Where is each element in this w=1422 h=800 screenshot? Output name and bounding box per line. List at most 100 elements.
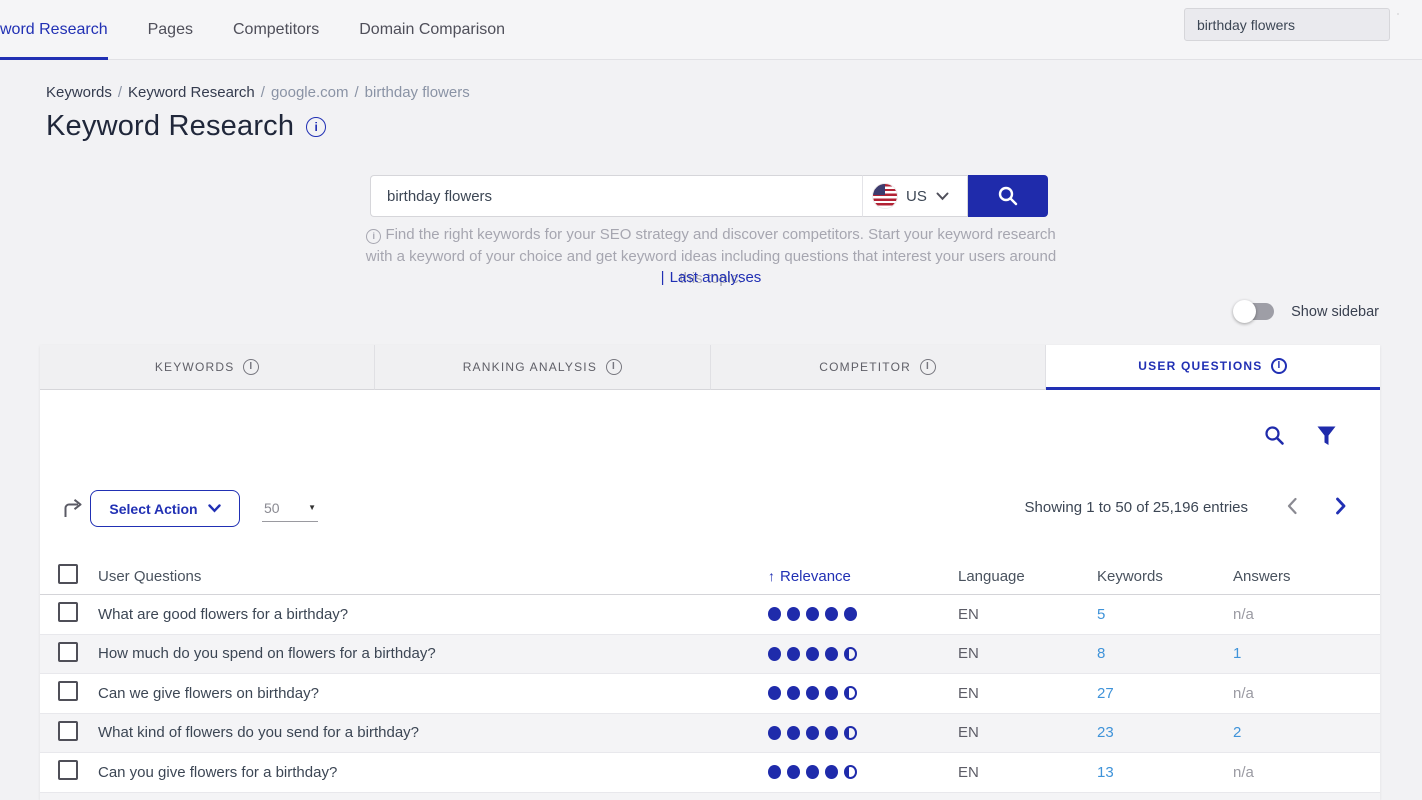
nav-item-competitors[interactable]: Competitors — [233, 0, 319, 60]
question-cell: What are good flowers for a birthday? — [98, 606, 760, 623]
column-header-answers[interactable]: Answers — [1227, 568, 1380, 585]
answers-cell: n/a — [1227, 606, 1380, 623]
keywords-count-link[interactable]: 27 — [1097, 685, 1114, 702]
filter-icon[interactable] — [1317, 426, 1336, 446]
relevance-dot-full — [768, 726, 781, 740]
row-checkbox[interactable] — [58, 681, 78, 701]
row-checkbox-cell — [40, 760, 98, 784]
country-select[interactable]: US — [862, 175, 968, 217]
relevance-dot-full — [844, 607, 857, 621]
breadcrumb-item[interactable]: Keywords — [46, 84, 112, 101]
user-questions-table: User Questions ↑ Relevance Language Keyw… — [40, 558, 1380, 800]
last-analyses-link[interactable]: |Last analyses — [361, 269, 1061, 286]
relevance-cell — [760, 647, 950, 661]
keywords-cell: 5 — [1090, 606, 1227, 623]
select-action-button[interactable]: Select Action — [90, 490, 240, 527]
show-sidebar-label: Show sidebar — [1291, 304, 1379, 320]
breadcrumb-item[interactable]: google.com — [271, 84, 349, 101]
relevance-dot-full — [825, 686, 838, 700]
answers-count-link[interactable]: 1 — [1233, 645, 1241, 662]
answers-count-link[interactable]: 2 — [1233, 724, 1241, 741]
dropdown-arrow-icon: ▼ — [308, 503, 316, 512]
tab-ranking-analysis[interactable]: Ranking Analysis i — [375, 345, 710, 390]
row-checkbox-cell — [40, 721, 98, 745]
page-size-select[interactable]: 50 ▼ — [262, 494, 318, 522]
table-row: What kind of flowers do you send for a b… — [40, 714, 1380, 754]
breadcrumb-separator: / — [112, 84, 128, 101]
row-checkbox-cell — [40, 642, 98, 666]
relevance-dot-full — [787, 765, 800, 779]
export-icon[interactable] — [62, 498, 84, 525]
relevance-dot-full — [806, 765, 819, 779]
relevance-dots — [768, 765, 950, 779]
tab-info-icon[interactable]: i — [606, 359, 622, 375]
row-checkbox[interactable] — [58, 721, 78, 741]
page-title-info-icon[interactable]: i — [306, 117, 326, 137]
row-checkbox[interactable] — [58, 760, 78, 780]
tab-bar: KeywordsiRanking AnalysisiCompetitoriUse… — [40, 345, 1380, 390]
relevance-dot-half — [844, 765, 857, 779]
relevance-dot-half — [844, 647, 857, 661]
select-all-checkbox[interactable] — [58, 564, 78, 584]
search-button[interactable] — [968, 175, 1048, 217]
relevance-dot-full — [806, 686, 819, 700]
language-cell: EN — [950, 764, 1090, 781]
show-sidebar-toggle[interactable] — [1236, 303, 1274, 320]
tab-label: Competitor — [819, 360, 911, 374]
keywords-cell: 23 — [1090, 724, 1227, 741]
country-code-label: US — [906, 188, 927, 205]
relevance-dot-full — [825, 765, 838, 779]
partial-next-row — [40, 793, 1380, 800]
column-header-relevance[interactable]: ↑ Relevance — [768, 568, 950, 585]
keywords-cell: 13 — [1090, 764, 1227, 781]
keywords-count-link[interactable]: 23 — [1097, 724, 1114, 741]
keyword-search-input[interactable] — [370, 175, 862, 217]
keywords-count-link[interactable]: 8 — [1097, 645, 1105, 662]
tab-info-icon[interactable]: i — [243, 359, 259, 375]
relevance-dots — [768, 686, 950, 700]
keywords-count-link[interactable]: 13 — [1097, 764, 1114, 781]
relevance-dot-full — [787, 647, 800, 661]
row-checkbox-cell — [40, 681, 98, 705]
relevance-dot-full — [806, 607, 819, 621]
column-header-language[interactable]: Language — [950, 568, 1090, 585]
entries-summary: Showing 1 to 50 of 25,196 entries — [1025, 499, 1249, 516]
keywords-count-link[interactable]: 5 — [1097, 606, 1105, 623]
tab-competitor[interactable]: Competitor i — [711, 345, 1046, 390]
tab-user-questions[interactable]: User Questionsi — [1046, 345, 1380, 390]
next-page-button[interactable] — [1335, 497, 1347, 515]
language-cell: EN — [950, 685, 1090, 702]
breadcrumb-item[interactable]: Keyword Research — [128, 84, 255, 101]
nav-item-word-research[interactable]: word Research — [0, 0, 108, 60]
row-checkbox[interactable] — [58, 642, 78, 662]
relevance-dot-full — [768, 686, 781, 700]
tab-keywords[interactable]: Keywordsi — [40, 345, 375, 390]
answers-cell: n/a — [1227, 685, 1380, 702]
relevance-dot-full — [768, 647, 781, 661]
row-checkbox[interactable] — [58, 602, 78, 622]
top-navigation-bar: word Research Pages Competitors Domain Comp… — [0, 0, 1422, 60]
toggle-knob — [1233, 300, 1256, 323]
chevron-down-icon — [936, 192, 949, 201]
language-cell: EN — [950, 606, 1090, 623]
nav-item-domain-comparison[interactable]: Domain Comparison — [359, 0, 505, 60]
relevance-dot-full — [825, 647, 838, 661]
column-header-keywords[interactable]: Keywords — [1090, 568, 1227, 585]
answers-cell: 2 — [1227, 724, 1380, 741]
tab-info-icon[interactable]: i — [1271, 358, 1287, 374]
table-row: How much do you spend on flowers for a b… — [40, 635, 1380, 675]
nav-items: word Research Pages Competitors Domain Comp… — [0, 0, 505, 60]
breadcrumb-item[interactable]: birthday flowers — [365, 84, 470, 101]
column-header-user-questions[interactable]: User Questions — [98, 568, 760, 585]
tab-info-icon[interactable]: i — [920, 359, 936, 375]
relevance-dots — [768, 607, 950, 621]
relevance-dot-full — [806, 726, 819, 740]
row-checkbox-cell — [40, 602, 98, 626]
table-search-icon[interactable] — [1264, 425, 1285, 446]
previous-page-button[interactable] — [1286, 497, 1298, 515]
tab-label: Ranking Analysis — [463, 360, 597, 374]
relevance-cell — [760, 607, 950, 621]
nav-item-pages[interactable]: Pages — [148, 0, 193, 60]
nav-search-input[interactable] — [1184, 8, 1390, 41]
info-icon: i — [366, 229, 381, 244]
